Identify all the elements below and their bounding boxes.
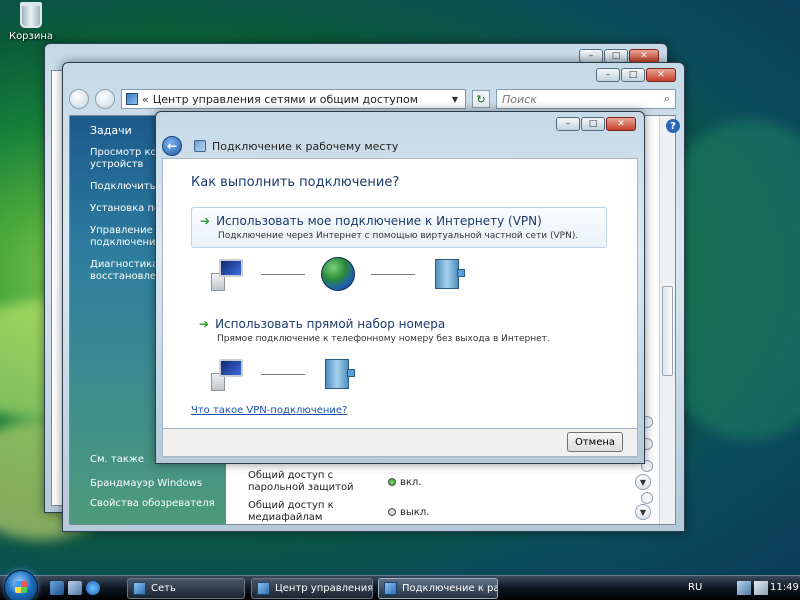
close-button[interactable]: ✕ [606,117,636,131]
cancel-button[interactable]: Отмена [567,432,623,452]
back-arrow-icon[interactable]: ← [162,136,182,156]
option-description: Подключение через Интернет с помощью вир… [218,231,579,241]
option-vpn[interactable]: ➔ Использовать мое подключение к Интернет… [191,207,607,248]
dialog-title: Подключение к рабочему месту [212,139,399,153]
option-title: Использовать мое подключение к Интернету… [216,214,542,228]
what-is-vpn-link[interactable]: Что такое VPN-подключение? [191,405,347,416]
refresh-icon[interactable]: ↻ [472,90,490,108]
expand-chevron-icon[interactable]: ▼ [635,504,651,520]
close-button[interactable]: ✕ [629,49,659,63]
volume-tray-icon[interactable] [754,581,768,595]
workplace-server-icon [431,257,465,291]
internet-explorer-icon[interactable] [86,581,100,595]
network-center-caption-buttons: – □ ✕ [596,68,676,82]
address-bar[interactable]: « Центр управления сетями и общим доступ… [121,89,466,109]
control-panel-icon [126,93,138,105]
address-text: Центр управления сетями и общим доступом [152,92,419,106]
taskbar: Сеть Центр управления ... Подключение к … [0,570,800,600]
search-icon[interactable]: ⌕ [664,92,670,106]
connect-to-workplace-dialog[interactable]: – □ ✕ ← Подключение к рабочему месту Как… [155,111,645,464]
clock[interactable]: 11:49 [770,582,799,593]
sharing-state-text: вкл. [400,476,422,488]
sharing-label: Общий доступ с парольной защитой [248,470,354,493]
connection-line [261,373,305,375]
connection-line [261,273,305,275]
computer-icon [211,259,245,291]
search-placeholder: Поиск [502,92,537,106]
help-icon[interactable]: ? [666,119,680,133]
taskbar-item-connect-dialog[interactable]: Подключение к ра... [378,578,498,599]
close-button[interactable]: ✕ [646,68,676,82]
dialog-body: Как выполнить подключение? ➔ Использовать… [162,158,638,429]
green-arrow-icon: ➔ [199,317,210,331]
sharing-state: вкл. [388,477,635,488]
recycle-bin-desktop-icon[interactable]: Корзина [8,2,54,42]
start-button-icon[interactable] [4,570,38,600]
forward-nav-button[interactable] [95,89,115,109]
dialog-question: Как выполнить подключение? [191,175,400,190]
network-tray-icon[interactable] [737,581,751,595]
minimize-button[interactable]: – [556,117,580,131]
firewall-link[interactable]: Брандмауэр Windows [90,478,202,489]
dialog-caption-buttons: – □ ✕ [556,117,636,131]
sharing-label: Общий доступ к медиафайлам [248,500,334,523]
network-icon [194,140,206,152]
address-row: « Центр управления сетями и общим доступ… [69,86,676,112]
minimize-button[interactable]: – [596,68,620,82]
option-description: Прямое подключение к телефонному номеру … [217,334,550,344]
network-window-caption-buttons: – □ ✕ [579,49,659,63]
maximize-button[interactable]: □ [581,117,605,131]
language-indicator[interactable]: RU [688,582,702,593]
option-direct-dial[interactable]: ➔ Использовать прямой набор номера Прямое… [191,311,607,350]
computer-icon [211,359,245,391]
vpn-diagram [211,257,465,291]
taskbar-item-network[interactable]: Сеть [127,578,245,599]
option-title: Использовать прямой набор номера [215,317,446,331]
dialup-diagram [211,357,355,391]
network-icon [384,582,397,595]
recycle-bin-icon [20,2,42,28]
connection-line [371,273,415,275]
sharing-state-text: выкл. [400,506,430,518]
address-dropdown-icon[interactable]: ▼ [449,95,461,104]
workplace-server-icon [321,357,355,391]
recycle-bin-label: Корзина [8,31,54,42]
search-input[interactable]: Поиск ⌕ [496,89,676,109]
status-off-icon [388,508,396,516]
back-nav-button[interactable] [69,89,89,109]
breadcrumb-chevron-icon[interactable]: « [142,93,149,106]
expand-chevron-icon[interactable]: ▼ [635,474,651,490]
network-icon [133,582,146,595]
maximize-button[interactable]: □ [604,49,628,63]
switch-windows-icon[interactable] [68,581,82,595]
minimize-button[interactable]: – [579,49,603,63]
scrollbar-thumb[interactable] [662,286,673,376]
taskbar-item-label: Подключение к ра... [402,583,497,594]
taskbar-item-label: Сеть [151,583,176,594]
vertical-scrollbar[interactable] [659,116,675,524]
maximize-button[interactable]: □ [621,68,645,82]
control-panel-icon [257,582,270,595]
dialog-footer: Отмена [162,429,638,457]
internet-options-link[interactable]: Свойства обозревателя [90,498,215,509]
sharing-row-media: Общий доступ к медиафайлам выкл. ▼ [248,498,651,524]
dialog-title-bar: ← Подключение к рабочему месту [162,136,398,156]
taskbar-item-label: Центр управления ... [275,583,373,594]
status-on-icon [388,478,396,486]
internet-globe-icon [321,257,355,291]
sharing-state: выкл. [388,507,635,518]
green-arrow-icon: ➔ [200,214,211,228]
show-desktop-icon[interactable] [50,581,64,595]
sharing-row-password: Общий доступ с парольной защитой вкл. ▼ [248,468,651,496]
see-also-heading: См. также [90,454,145,465]
taskbar-item-network-center[interactable]: Центр управления ... [251,578,373,599]
